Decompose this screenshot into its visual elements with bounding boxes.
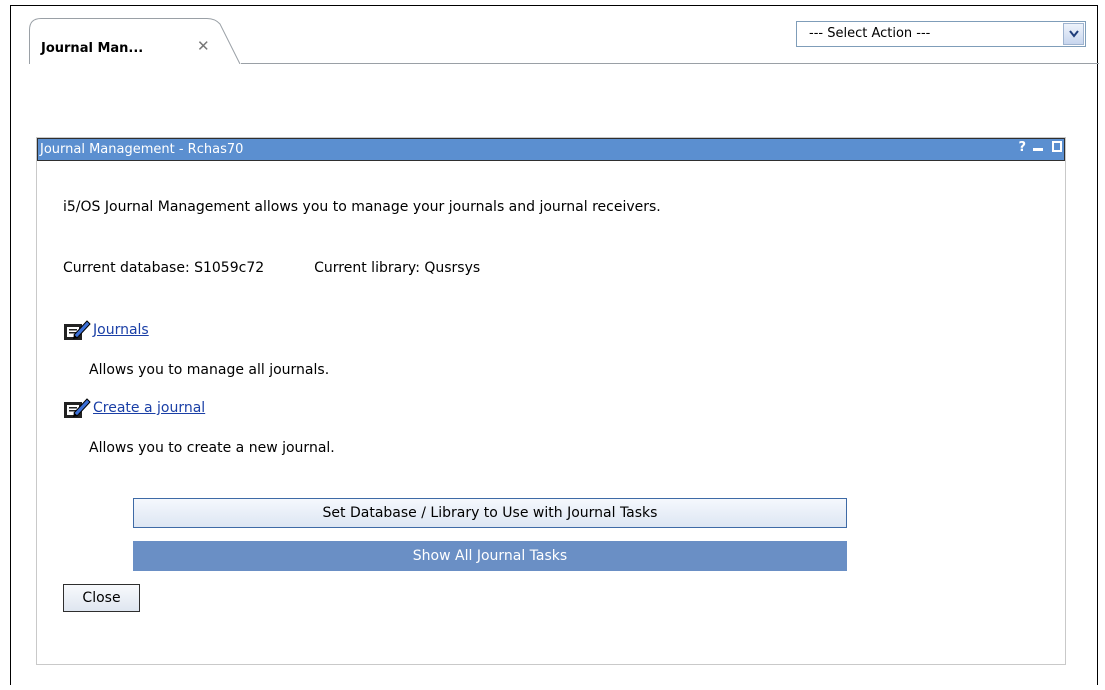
maximize-icon[interactable]	[1052, 141, 1062, 152]
tab-bar: Journal Man... ✕ --- Select Action ---	[11, 6, 1099, 66]
create-journal-description: Allows you to create a new journal.	[89, 440, 335, 456]
tab-label: Journal Man...	[41, 41, 144, 56]
help-icon[interactable]: ?	[1018, 140, 1026, 155]
select-action-dropdown[interactable]: --- Select Action ---	[796, 21, 1086, 47]
journal-edit-icon	[64, 320, 91, 340]
set-database-library-button[interactable]: Set Database / Library to Use with Journ…	[133, 498, 847, 528]
app-frame: Journal Man... ✕ --- Select Action --- J…	[10, 5, 1099, 685]
portlet-title-bar: Journal Management - Rchas70 ?	[37, 138, 1065, 161]
journal-edit-icon	[64, 398, 91, 418]
current-library: Current library: Qusrsys	[314, 260, 481, 276]
portlet-description: i5/OS Journal Management allows you to m…	[63, 199, 661, 215]
context-info: Current database: S1059c72 Current librar…	[63, 260, 480, 276]
minimize-icon[interactable]	[1033, 148, 1043, 151]
chevron-down-icon[interactable]	[1063, 23, 1084, 45]
select-action-value: --- Select Action ---	[809, 26, 931, 41]
tab-journal-management[interactable]: Journal Man... ✕	[29, 18, 241, 64]
portlet-title: Journal Management - Rchas70	[40, 142, 244, 157]
show-all-journal-tasks-button[interactable]: Show All Journal Tasks	[133, 541, 847, 571]
close-button[interactable]: Close	[63, 584, 140, 612]
create-journal-link[interactable]: Create a journal	[93, 400, 205, 416]
tab-baseline	[241, 63, 1099, 64]
journals-description: Allows you to manage all journals.	[89, 362, 330, 378]
close-icon[interactable]: ✕	[197, 37, 210, 55]
journal-management-portlet: Journal Management - Rchas70 ? i5/OS Jou…	[36, 137, 1066, 665]
journals-link[interactable]: Journals	[93, 322, 149, 338]
current-database: Current database: S1059c72	[63, 260, 265, 276]
